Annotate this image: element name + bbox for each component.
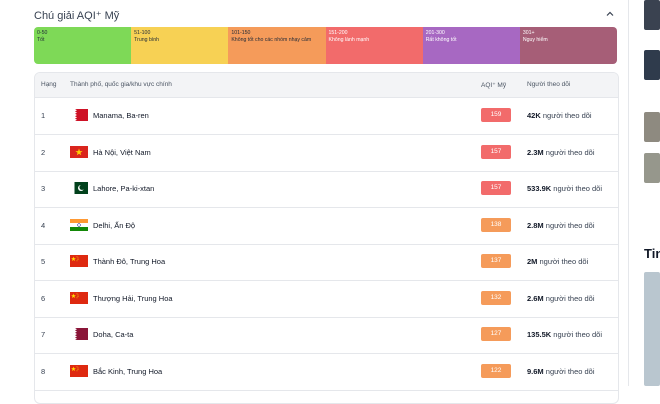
india-flag-icon <box>70 218 88 231</box>
table-row[interactable]: 1 Manama, Ba-ren 159 42K người theo dõi <box>35 98 618 135</box>
header-city: Thành phố, quốc gia/khu vực chính <box>70 81 172 88</box>
legend-range: 301+ <box>522 30 535 36</box>
legend-segment: 151-200 Không lành mạnh <box>325 27 423 64</box>
aqi-badge: 159 <box>481 108 511 122</box>
legend-range: 51-100 <box>134 30 151 36</box>
rank-cell: 1 <box>41 111 46 120</box>
followers-suffix: người theo dõi <box>542 111 592 120</box>
table-row[interactable]: 4 Delhi, Ấn Độ 138 2.8M người theo dõi <box>35 208 618 245</box>
rank-cell: 7 <box>41 330 46 339</box>
followers-suffix: người theo dõi <box>553 330 603 339</box>
news-thumbnail[interactable] <box>644 0 660 30</box>
header-aqi: AQI⁺ Mỹ <box>481 82 507 89</box>
rank-cell: 4 <box>41 220 46 230</box>
rank-cell: 3 <box>41 184 46 193</box>
legend-label: Rất không tốt <box>425 37 457 43</box>
aqi-badge: 157 <box>481 181 511 195</box>
city-link[interactable]: Hà Nội, Việt Nam <box>93 148 151 157</box>
city-ranking-table: Hạng Thành phố, quốc gia/khu vực chính A… <box>34 72 619 404</box>
followers-cell: 135.5K người theo dõi <box>527 330 602 339</box>
aqi-badge: 122 <box>481 363 511 378</box>
followers-suffix: người theo dõi <box>553 184 603 193</box>
legend-range: 0-50 <box>37 30 48 36</box>
city-link[interactable]: Lahore, Pa-ki-xtan <box>93 184 154 193</box>
followers-count: 42K <box>527 111 541 120</box>
table-header: Hạng Thành phố, quốc gia/khu vực chính A… <box>35 73 618 98</box>
followers-count: 533.9K <box>527 184 552 193</box>
city-link[interactable]: Manama, Ba-ren <box>93 111 149 120</box>
china-flag-icon <box>70 291 88 304</box>
table-row[interactable]: 3 Lahore, Pa-ki-xtan 157 533.9K người theo … <box>35 171 618 208</box>
city-link[interactable]: Thành Đô, Trung Hoa <box>93 257 165 266</box>
china-flag-icon <box>70 364 88 377</box>
sidebar-section-title: Tin <box>644 246 660 261</box>
followers-suffix: người theo dõi <box>545 366 595 376</box>
news-thumbnail[interactable] <box>644 112 660 142</box>
followers-suffix: người theo dõi <box>545 147 595 157</box>
legend-range: 151-200 <box>328 30 348 36</box>
news-thumbnail[interactable] <box>644 153 660 183</box>
legend-range: 201-300 <box>425 30 445 36</box>
city-link[interactable]: Doha, Ca-ta <box>93 330 133 339</box>
legend-range: 101-150 <box>231 30 251 36</box>
table-row[interactable]: 6 Thượng Hải, Trung Hoa 132 2.6M người theo… <box>35 281 618 318</box>
city-link[interactable]: Thượng Hải, Trung Hoa <box>93 294 173 303</box>
legend-label: Không tốt cho các nhóm nhạy cảm <box>231 37 312 43</box>
legend-segment: 101-150 Không tốt cho các nhóm nhạy cảm <box>228 27 326 64</box>
followers-suffix: người theo dõi <box>539 257 589 266</box>
followers-count: 2.8M <box>527 220 544 230</box>
aqi-badge: 132 <box>481 290 511 305</box>
followers-count: 2.6M <box>527 293 544 303</box>
table-row[interactable]: 8 Bắc Kinh, Trung Hoa 122 9.6M người theo d… <box>35 354 618 391</box>
legend-label: Trung bình <box>134 37 160 43</box>
header-followers: Người theo dõi <box>527 81 571 88</box>
aqi-badge: 127 <box>481 327 511 341</box>
followers-suffix: người theo dõi <box>545 293 595 303</box>
legend-title: Chú giải AQI⁺ Mỹ <box>34 10 120 22</box>
rank-cell: 5 <box>41 257 46 266</box>
legend-label: Nguy hiểm <box>522 37 548 43</box>
followers-count: 2M <box>527 257 538 266</box>
followers-cell: 533.9K người theo dõi <box>527 184 602 193</box>
followers-cell: 2.6M người theo dõi <box>527 294 595 303</box>
followers-cell: 2.3M người theo dõi <box>527 148 595 157</box>
followers-count: 2.3M <box>527 147 544 157</box>
legend-segment: 301+ Nguy hiểm <box>519 27 617 64</box>
rank-cell: 2 <box>41 147 46 157</box>
collapse-chevron-icon[interactable] <box>604 9 616 21</box>
legend-segment: 51-100 Trung bình <box>131 27 229 64</box>
rank-cell: 6 <box>41 293 46 303</box>
header-rank: Hạng <box>41 81 57 88</box>
legend-label: Không lành mạnh <box>328 37 370 43</box>
aqi-legend-bar: 0-50 Tốt 51-100 Trung bình 101-150 Không tốt … <box>34 27 617 64</box>
followers-cell: 42K người theo dõi <box>527 111 592 120</box>
column-divider <box>628 0 629 386</box>
table-row[interactable]: 2 Hà Nội, Việt Nam 157 2.3M người theo dõi <box>35 135 618 172</box>
china-flag-icon <box>70 255 88 267</box>
followers-count: 135.5K <box>527 330 552 339</box>
pakistan-flag-icon <box>70 182 88 194</box>
news-thumbnail[interactable] <box>644 272 660 386</box>
qatar-flag-icon <box>70 328 88 340</box>
followers-suffix: người theo dõi <box>545 220 595 230</box>
followers-cell: 2M người theo dõi <box>527 257 588 266</box>
table-row[interactable]: 5 Thành Đô, Trung Hoa 137 2M người theo dõi <box>35 244 618 281</box>
legend-segment: 201-300 Rất không tốt <box>422 27 520 64</box>
aqi-badge: 157 <box>481 144 511 159</box>
legend-label: Tốt <box>37 37 45 43</box>
rank-cell: 8 <box>41 366 46 376</box>
news-thumbnail[interactable] <box>644 50 660 80</box>
followers-count: 9.6M <box>527 366 544 376</box>
aqi-badge: 137 <box>481 254 511 268</box>
legend-segment: 0-50 Tốt <box>34 27 132 64</box>
city-link[interactable]: Delhi, Ấn Độ <box>93 221 135 230</box>
followers-cell: 2.8M người theo dõi <box>527 221 595 230</box>
bahrain-flag-icon <box>70 109 88 121</box>
vietnam-flag-icon <box>70 145 88 158</box>
followers-cell: 9.6M người theo dõi <box>527 367 595 376</box>
city-link[interactable]: Bắc Kinh, Trung Hoa <box>93 367 162 376</box>
aqi-badge: 138 <box>481 217 511 232</box>
table-row[interactable]: 7 Doha, Ca-ta 127 135.5K người theo dõi <box>35 317 618 354</box>
